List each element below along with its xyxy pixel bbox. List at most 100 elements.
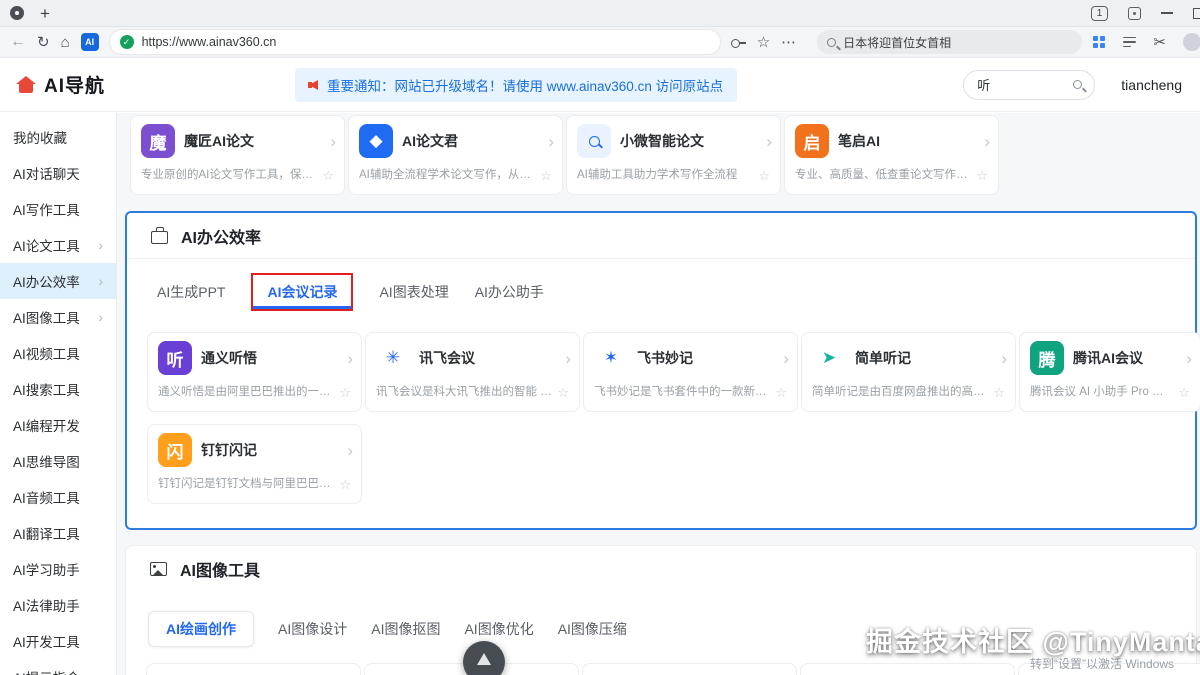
chevron-right-icon: ›	[98, 273, 103, 289]
tab-ai-chart[interactable]: AI图表处理	[379, 282, 448, 302]
favorite-star-icon[interactable]	[993, 386, 1005, 399]
tab-ai-image-compress[interactable]: AI图像压缩	[558, 619, 627, 639]
password-key-icon[interactable]	[731, 38, 746, 47]
tab-ai-image-cutout[interactable]: AI图像抠图	[371, 619, 440, 639]
sidebar-item-favorites[interactable]: 我的收藏	[0, 119, 116, 155]
favorites-list-icon[interactable]	[1123, 37, 1136, 48]
screenshot-scissors-icon[interactable]: ✂	[1153, 35, 1166, 50]
url-text: https://www.ainav360.cn	[142, 35, 277, 49]
tab-ai-ppt[interactable]: AI生成PPT	[157, 282, 225, 302]
favorite-star-icon[interactable]	[540, 169, 552, 182]
maximize-button[interactable]	[1193, 8, 1200, 19]
favorite-star-icon[interactable]	[775, 386, 787, 399]
tool-card[interactable]: ✳ 讯飞会议 讯飞会议是科大讯飞推出的智能 AI 云会	[365, 332, 580, 412]
sidebar-item-label: AI法律助手	[13, 595, 80, 615]
favorite-star-icon[interactable]	[758, 169, 770, 182]
favorite-star-icon[interactable]	[557, 386, 569, 399]
refresh-button[interactable]: ↻	[37, 35, 50, 50]
chevron-right-icon	[548, 132, 554, 152]
chevron-right-icon	[766, 132, 772, 152]
tool-card[interactable]	[146, 663, 361, 675]
megaphone-icon	[309, 80, 318, 90]
sidebar-item-mindmap[interactable]: AI思维导图	[0, 443, 116, 479]
favorite-star-icon[interactable]	[339, 386, 351, 399]
sidebar-item-dev[interactable]: AI开发工具	[0, 623, 116, 659]
main-content: 魔 魔匠AI论文 专业原创的AI论文写作工具，保证原创 ◆ AI论文君 AI辅助…	[117, 113, 1200, 675]
new-tab-button[interactable]: +	[40, 5, 50, 22]
tool-title: 小微智能论文	[620, 131, 704, 151]
tab-ai-painting[interactable]: AI绘画创作	[148, 611, 254, 647]
tool-card[interactable]: ◆ AI论文君 AI辅助全流程学术论文写作，从选题到	[348, 115, 563, 195]
security-shield-icon[interactable]: ✓	[120, 35, 134, 49]
tool-title: 钉钉闪记	[201, 440, 257, 460]
username[interactable]: tiancheng	[1121, 77, 1182, 93]
favorite-star-icon[interactable]	[339, 478, 351, 491]
sidebar-item-image[interactable]: AI图像工具›	[0, 299, 116, 335]
chevron-right-icon	[1001, 349, 1007, 369]
search-icon[interactable]	[1073, 80, 1082, 89]
tab-ai-image-design[interactable]: AI图像设计	[278, 619, 347, 639]
chevron-right-icon	[347, 441, 353, 461]
tool-card[interactable]: ➤ 简单听记 简单听记是由百度网盘推出的高效自动	[801, 332, 1016, 412]
favorite-star-icon[interactable]	[1178, 386, 1190, 399]
tool-desc: AI辅助工具助力学术写作全流程	[577, 166, 753, 182]
tab-counter[interactable]: 1	[1091, 6, 1108, 21]
tab-ai-meeting-notes[interactable]: AI会议记录	[251, 273, 353, 311]
sidebar-item-legal[interactable]: AI法律助手	[0, 587, 116, 623]
site-logo[interactable]: AI导航	[16, 71, 105, 98]
tool-card[interactable]: 听 通义听悟 通义听悟是由阿里巴巴推出的一款专业	[147, 332, 362, 412]
magnifier-icon	[589, 136, 600, 147]
sidebar-item-label: AI编程开发	[13, 415, 80, 435]
search-icon	[827, 38, 836, 47]
tool-card[interactable]	[800, 663, 1015, 675]
quick-search-box[interactable]: 日本将迎首位女首相	[817, 30, 1082, 54]
sidebar-item-label: AI提示指令	[13, 667, 80, 675]
magnifier-icon	[577, 124, 611, 158]
tab-ai-image-enhance[interactable]: AI图像优化	[464, 619, 533, 639]
sidebar-item-label: AI开发工具	[13, 631, 80, 651]
sidebar-item-label: AI视频工具	[13, 343, 80, 363]
tool-card[interactable]: 闪 钉钉闪记 钉钉闪记是钉钉文档与阿里巴巴达摩院	[147, 424, 362, 504]
profile-avatar[interactable]	[1183, 33, 1200, 51]
minimize-button[interactable]	[1161, 12, 1173, 14]
tool-desc: 专业、高质量、低查重论文写作助手	[795, 166, 971, 182]
tool-icon: 魔	[141, 124, 175, 158]
tool-title: 通义听悟	[201, 348, 257, 368]
sidebar-item-writing[interactable]: AI写作工具	[0, 191, 116, 227]
favorite-star-icon[interactable]	[976, 169, 988, 182]
tool-desc: 通义听悟是由阿里巴巴推出的一款专业	[158, 383, 334, 399]
browser-tabs-menu-icon[interactable]	[10, 6, 24, 20]
more-options-icon[interactable]: ⋯	[781, 35, 796, 50]
sidebar-item-paper[interactable]: AI论文工具›	[0, 227, 116, 263]
tool-title: AI论文君	[402, 131, 458, 151]
tab-ai-office-assistant[interactable]: AI办公助手	[475, 282, 544, 302]
home-button[interactable]: ⌂	[61, 35, 70, 50]
tool-card[interactable]: 魔 魔匠AI论文 专业原创的AI论文写作工具，保证原创	[130, 115, 345, 195]
office-section: AI办公效率 AI生成PPT AI会议记录 AI图表处理 AI办公助手 听 通义…	[125, 211, 1197, 530]
back-button[interactable]: ←	[10, 34, 26, 50]
site-favicon[interactable]: AI	[81, 33, 99, 51]
sidebar-item-learning[interactable]: AI学习助手	[0, 551, 116, 587]
floating-action-button[interactable]	[463, 641, 505, 675]
bookmark-star-icon[interactable]: ☆	[757, 35, 770, 50]
sidebar-item-chat[interactable]: AI对话聊天	[0, 155, 116, 191]
tool-card[interactable]: 小微智能论文 AI辅助工具助力学术写作全流程	[566, 115, 781, 195]
tool-card[interactable]: ✶ 飞书妙记 飞书妙记是飞书套件中的一款新一代智	[583, 332, 798, 412]
sidebar-item-search[interactable]: AI搜索工具	[0, 371, 116, 407]
tool-card[interactable]: 腾 腾讯AI会议 腾讯会议 AI 小助手 Pro 是腾讯基于最新	[1019, 332, 1200, 412]
sidebar-item-audio[interactable]: AI音频工具	[0, 479, 116, 515]
favorite-star-icon[interactable]	[322, 169, 334, 182]
tool-icon: ➤	[812, 341, 846, 375]
sidebar-item-video[interactable]: AI视频工具	[0, 335, 116, 371]
site-search-box	[963, 70, 1095, 100]
browser-extension-icon[interactable]	[1128, 7, 1141, 20]
sidebar-item-prompt[interactable]: AI提示指令	[0, 659, 116, 675]
address-bar[interactable]: ✓ https://www.ainav360.cn	[110, 30, 720, 54]
image-icon	[150, 562, 167, 576]
tool-card[interactable]	[582, 663, 797, 675]
tool-card[interactable]: 启 笔启AI 专业、高质量、低查重论文写作助手	[784, 115, 999, 195]
sidebar-item-translate[interactable]: AI翻译工具	[0, 515, 116, 551]
apps-grid-icon[interactable]	[1093, 36, 1106, 49]
sidebar-item-coding[interactable]: AI编程开发	[0, 407, 116, 443]
sidebar-item-office[interactable]: AI办公效率›	[0, 263, 116, 299]
